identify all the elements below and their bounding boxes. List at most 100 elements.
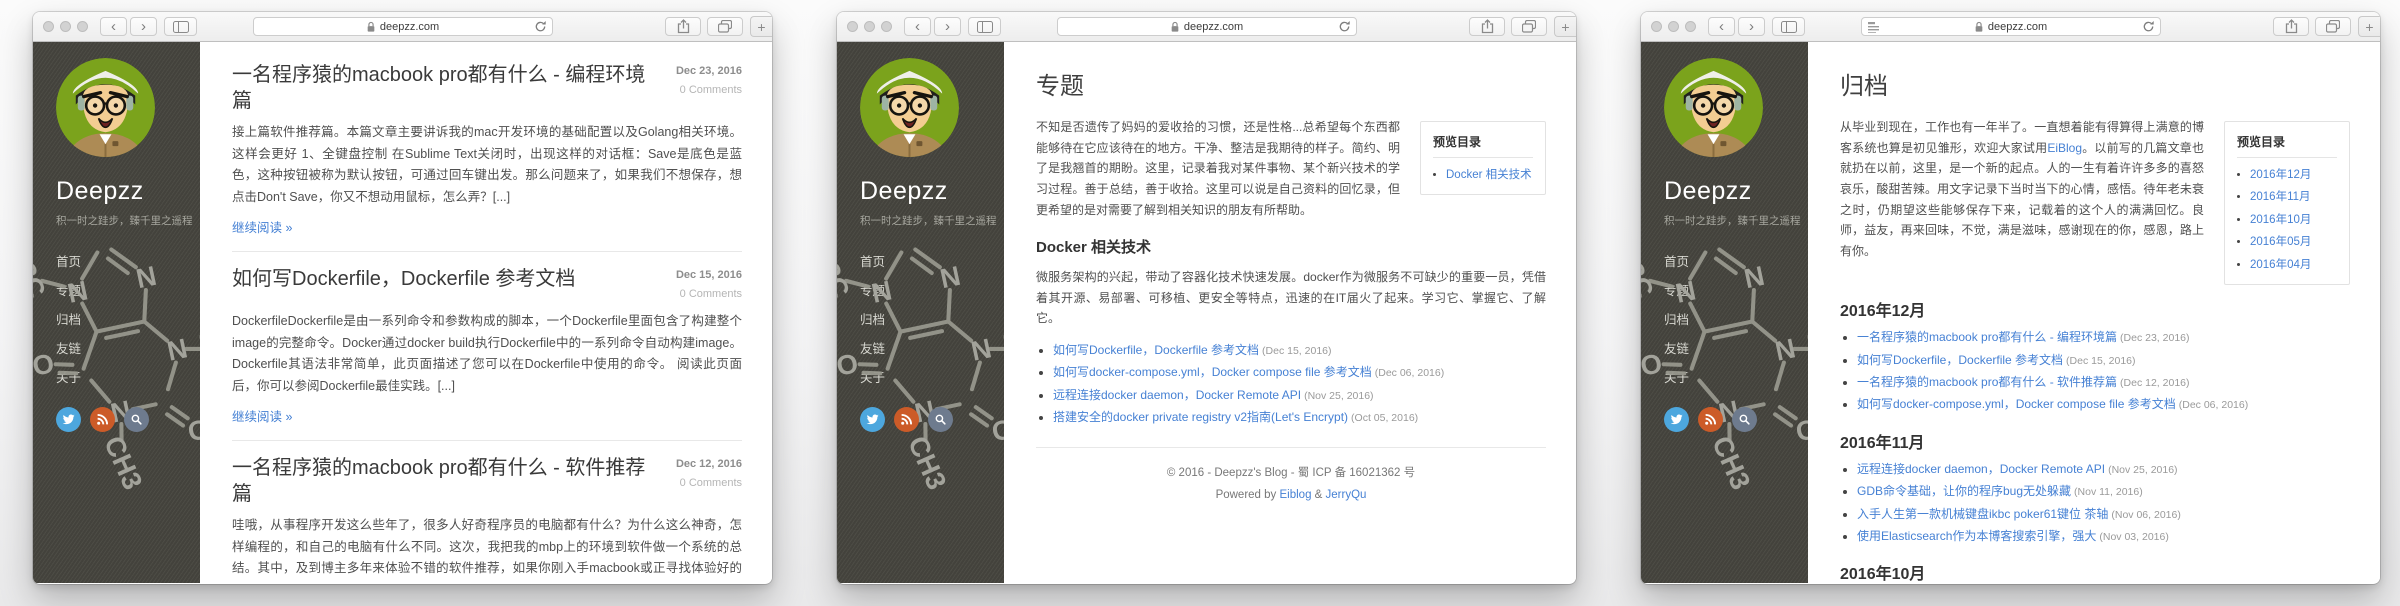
- archive-post-item: 一名程序猿的macbook pro都有什么 - 软件推荐篇(Dec 12, 20…: [1857, 371, 2350, 393]
- eiblog-inline-link[interactable]: EiBlog: [2047, 141, 2082, 155]
- archive-post-date: (Nov 06, 2016): [2111, 509, 2180, 521]
- search-icon[interactable]: [124, 407, 149, 432]
- rss-icon[interactable]: [1698, 407, 1723, 432]
- archive-post-date: (Nov 25, 2016): [2108, 464, 2177, 476]
- svg-text:H3C: H3C: [837, 240, 856, 303]
- toc-list: 2016年12月 2016年11月 2016年10月 2016年05月 2016…: [2237, 164, 2337, 276]
- post-comments-link[interactable]: 0 Comments: [676, 474, 742, 493]
- post-title-link[interactable]: 如何写Dockerfile，Dockerfile 参考文档: [232, 268, 575, 290]
- archive-post-link[interactable]: 一名程序猿的macbook pro都有什么 - 软件推荐篇: [1857, 375, 2117, 389]
- svg-text:CH3: CH3: [191, 321, 200, 384]
- archive-post-link[interactable]: 一名程序猿的macbook pro都有什么 - 编程环境篇: [1857, 330, 2117, 344]
- topic-post-link[interactable]: 如何写Dockerfile，Dockerfile 参考文档: [1053, 343, 1259, 357]
- zoom-button[interactable]: [77, 21, 88, 32]
- jerryqu-link[interactable]: JerryQu: [1326, 489, 1367, 501]
- twitter-icon[interactable]: [1664, 407, 1689, 432]
- search-icon[interactable]: [928, 407, 953, 432]
- svg-text:O: O: [989, 413, 1004, 448]
- sidebar-toggle-button[interactable]: [968, 17, 1001, 36]
- forward-button[interactable]: ›: [130, 17, 157, 36]
- archive-post-link[interactable]: 如何写docker-compose.yml，Docker compose fil…: [1857, 397, 2176, 411]
- close-button[interactable]: [43, 21, 54, 32]
- minimize-button[interactable]: [60, 21, 71, 32]
- sidebar-toggle-button[interactable]: [1772, 17, 1805, 36]
- minimize-button[interactable]: [1668, 21, 1679, 32]
- toc-link[interactable]: 2016年04月: [2250, 259, 2311, 271]
- lock-icon: [1974, 21, 1984, 33]
- archive-post-link[interactable]: 如何写Dockerfile，Dockerfile 参考文档: [1857, 353, 2063, 367]
- forward-button[interactable]: ›: [1738, 17, 1765, 36]
- post-title: 一名程序猿的macbook pro都有什么 - 软件推荐篇: [232, 455, 658, 507]
- new-tab-button[interactable]: +: [1554, 16, 1576, 37]
- toc-link[interactable]: 2016年05月: [2250, 236, 2311, 248]
- month-heading: 2016年12月: [1840, 297, 2350, 321]
- post-entry: 一名程序猿的macbook pro都有什么 - 软件推荐篇 Dec 12, 20…: [232, 455, 742, 583]
- address-bar[interactable]: deepzz.com: [1057, 17, 1357, 36]
- archive-post-link[interactable]: 远程连接docker daemon，Docker Remote API: [1857, 462, 2105, 476]
- new-tab-button[interactable]: +: [750, 16, 772, 37]
- reload-icon[interactable]: [2142, 20, 2155, 33]
- post-title-link[interactable]: 一名程序猿的macbook pro都有什么 - 软件推荐篇: [232, 457, 645, 505]
- topic-post-link[interactable]: 远程连接docker daemon，Docker Remote API: [1053, 388, 1301, 402]
- blog-sidebar: Deepzz 积一时之跬步，臻千里之遥程 首页 专题 归档 友链 关于: [33, 42, 200, 583]
- toc-item: 2016年05月: [2250, 231, 2337, 253]
- archive-post-link[interactable]: 使用Elasticsearch作为本博客搜索引擎，强大: [1857, 529, 2096, 543]
- close-button[interactable]: [847, 21, 858, 32]
- zoom-button[interactable]: [881, 21, 892, 32]
- svg-text:N: N: [1741, 260, 1767, 294]
- post-divider: [232, 251, 742, 252]
- minimize-button[interactable]: [864, 21, 875, 32]
- toc-link[interactable]: Docker 相关技术: [1446, 169, 1532, 181]
- archive-post-link[interactable]: 入手人生第一款机械键盘ikbc poker61键位 茶轴: [1857, 507, 2108, 521]
- zoom-button[interactable]: [1685, 21, 1696, 32]
- blog-sidebar: Deepzz 积一时之跬步，臻千里之遥程 首页 专题 归档 友链 关于: [837, 42, 1004, 583]
- tab-overview-button[interactable]: [707, 17, 743, 36]
- month-heading: 2016年11月: [1840, 429, 2350, 453]
- twitter-icon[interactable]: [56, 407, 81, 432]
- share-button[interactable]: [665, 17, 701, 36]
- toc-link[interactable]: 2016年10月: [2250, 214, 2311, 226]
- svg-text:N: N: [937, 260, 963, 294]
- traffic-lights: [847, 21, 892, 32]
- share-button[interactable]: [1469, 17, 1505, 36]
- read-more-link[interactable]: 继续阅读 »: [232, 406, 292, 425]
- reload-icon[interactable]: [1338, 20, 1351, 33]
- toc-title: 预览目录: [1433, 133, 1533, 158]
- post-comments-link[interactable]: 0 Comments: [676, 81, 742, 100]
- lock-icon: [366, 21, 376, 33]
- address-bar[interactable]: deepzz.com: [253, 17, 553, 36]
- close-button[interactable]: [1651, 21, 1662, 32]
- twitter-icon[interactable]: [860, 407, 885, 432]
- archive-post-link[interactable]: GDB命令基础，让你的程序bug无处躲藏: [1857, 484, 2071, 498]
- read-more-link[interactable]: 继续阅读 »: [232, 217, 292, 236]
- back-button[interactable]: ‹: [904, 17, 931, 36]
- post-meta: Dec 15, 2016 0 Comments: [676, 266, 742, 303]
- post-divider: [232, 440, 742, 441]
- post-title-link[interactable]: 一名程序猿的macbook pro都有什么 - 编程环境篇: [232, 64, 645, 112]
- back-button[interactable]: ‹: [100, 17, 127, 36]
- archive-post-date: (Dec 12, 2016): [2120, 377, 2189, 389]
- toc-link[interactable]: 2016年11月: [2250, 191, 2311, 203]
- toc-link[interactable]: 2016年12月: [2250, 169, 2311, 181]
- rss-icon[interactable]: [90, 407, 115, 432]
- tab-overview-button[interactable]: [1511, 17, 1547, 36]
- address-bar[interactable]: deepzz.com: [1861, 17, 2161, 36]
- eiblog-link[interactable]: Eiblog: [1280, 489, 1312, 501]
- post-feed: 一名程序猿的macbook pro都有什么 - 编程环境篇 Dec 23, 20…: [200, 42, 772, 583]
- rss-icon[interactable]: [894, 407, 919, 432]
- sidebar-toggle-button[interactable]: [164, 17, 197, 36]
- share-button[interactable]: [2273, 17, 2309, 36]
- reader-mode-icon[interactable]: [1868, 22, 1880, 33]
- social-links: [860, 407, 990, 432]
- section-description: 微服务架构的兴起，带动了容器化技术快速发展。docker作为微服务不可缺少的重要…: [1036, 267, 1546, 329]
- new-tab-button[interactable]: +: [2358, 16, 2380, 37]
- search-icon[interactable]: [1732, 407, 1757, 432]
- back-button[interactable]: ‹: [1708, 17, 1735, 36]
- topic-post-link[interactable]: 如何写docker-compose.yml，Docker compose fil…: [1053, 365, 1372, 379]
- forward-button[interactable]: ›: [934, 17, 961, 36]
- topic-post-date: (Nov 25, 2016): [1304, 390, 1373, 402]
- topic-post-link[interactable]: 搭建安全的docker private registry v2指南(Let's …: [1053, 410, 1348, 424]
- reload-icon[interactable]: [534, 20, 547, 33]
- tab-overview-button[interactable]: [2315, 17, 2351, 36]
- post-comments-link[interactable]: 0 Comments: [676, 285, 742, 304]
